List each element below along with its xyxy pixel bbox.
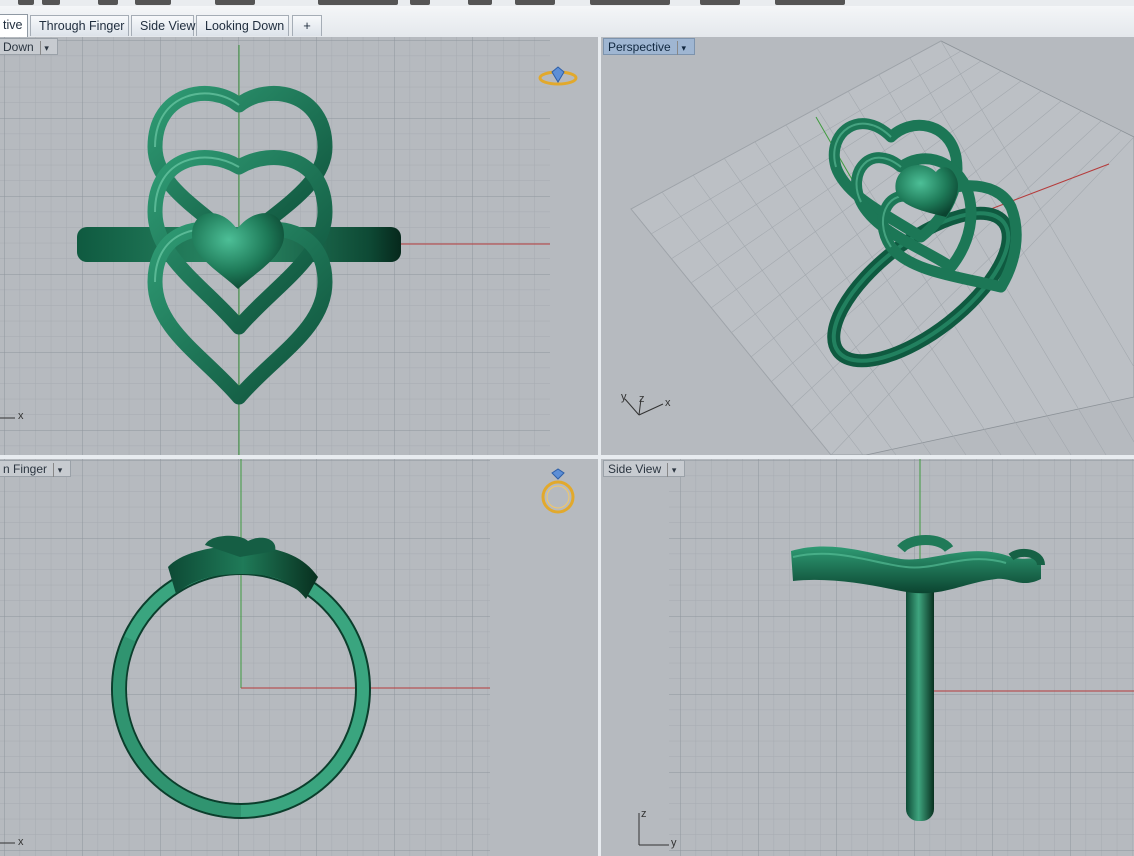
viewport-side-view[interactable]: Side View ▾ z y xyxy=(601,459,1134,856)
toolbar-icon[interactable] xyxy=(318,0,398,5)
axis-label-x: x xyxy=(18,836,24,848)
dropdown-arrow-icon[interactable]: ▾ xyxy=(676,40,690,55)
viewport-looking-down[interactable]: Down ▾ x xyxy=(0,37,598,455)
axis-label-x: x xyxy=(665,397,671,409)
viewport-title: Side View xyxy=(608,462,662,476)
viewport-perspective[interactable]: Perspective ▾ y z x xyxy=(601,37,1134,455)
tab-through-finger[interactable]: Through Finger xyxy=(30,15,129,36)
toolbar-icon[interactable] xyxy=(515,0,555,5)
viewport-grid xyxy=(0,37,598,455)
viewport-grid xyxy=(624,40,1134,455)
toolbar-icon[interactable] xyxy=(18,0,34,5)
axis-label-x: x xyxy=(18,410,24,422)
dropdown-arrow-icon[interactable]: ▾ xyxy=(53,462,66,477)
toolbar-icon[interactable] xyxy=(42,0,60,5)
viewport-label-looking-down[interactable]: Down ▾ xyxy=(0,38,58,55)
toolbar-icon[interactable] xyxy=(590,0,670,5)
viewport-title: n Finger xyxy=(3,462,48,476)
add-tab-button[interactable]: + xyxy=(292,15,322,36)
tab-perspective[interactable]: tive xyxy=(0,14,28,37)
axis-label-y: y xyxy=(621,391,627,403)
tab-looking-down[interactable]: Looking Down xyxy=(196,15,289,36)
ring-shank xyxy=(906,579,934,821)
toolbar-icon[interactable] xyxy=(98,0,118,5)
toolbar-icon[interactable] xyxy=(468,0,492,5)
toolbar-icon[interactable] xyxy=(700,0,740,5)
axis-label-y: y xyxy=(671,837,677,849)
add-tab-icon: + xyxy=(303,18,311,33)
viewport-label-perspective[interactable]: Perspective ▾ xyxy=(603,38,695,55)
viewport-title: Perspective xyxy=(608,40,671,54)
viewport-label-side-view[interactable]: Side View ▾ xyxy=(603,460,686,477)
axis-label-z: z xyxy=(641,808,647,820)
toolbar-icon[interactable] xyxy=(410,0,430,5)
toolbar-icon[interactable] xyxy=(215,0,255,5)
toolbar-icon[interactable] xyxy=(135,0,171,5)
toolbar-icon[interactable] xyxy=(775,0,845,5)
viewport-tab-bar: tive Through Finger Side View Looking Do… xyxy=(0,6,1134,38)
viewport-splitter-vertical[interactable] xyxy=(598,37,601,856)
viewport-label-through-finger[interactable]: n Finger ▾ xyxy=(0,460,72,477)
viewport-through-finger[interactable]: n Finger ▾ x xyxy=(0,459,598,856)
axis-label-z: z xyxy=(639,393,645,405)
tab-side-view[interactable]: Side View xyxy=(131,15,195,36)
viewport-title: Down xyxy=(3,40,34,54)
dropdown-arrow-icon[interactable]: ▾ xyxy=(667,462,680,477)
viewport-splitter-horizontal[interactable] xyxy=(0,455,1134,459)
viewport-grid xyxy=(0,459,598,856)
dropdown-arrow-icon[interactable]: ▾ xyxy=(39,40,53,55)
viewport-grid xyxy=(601,459,1134,856)
